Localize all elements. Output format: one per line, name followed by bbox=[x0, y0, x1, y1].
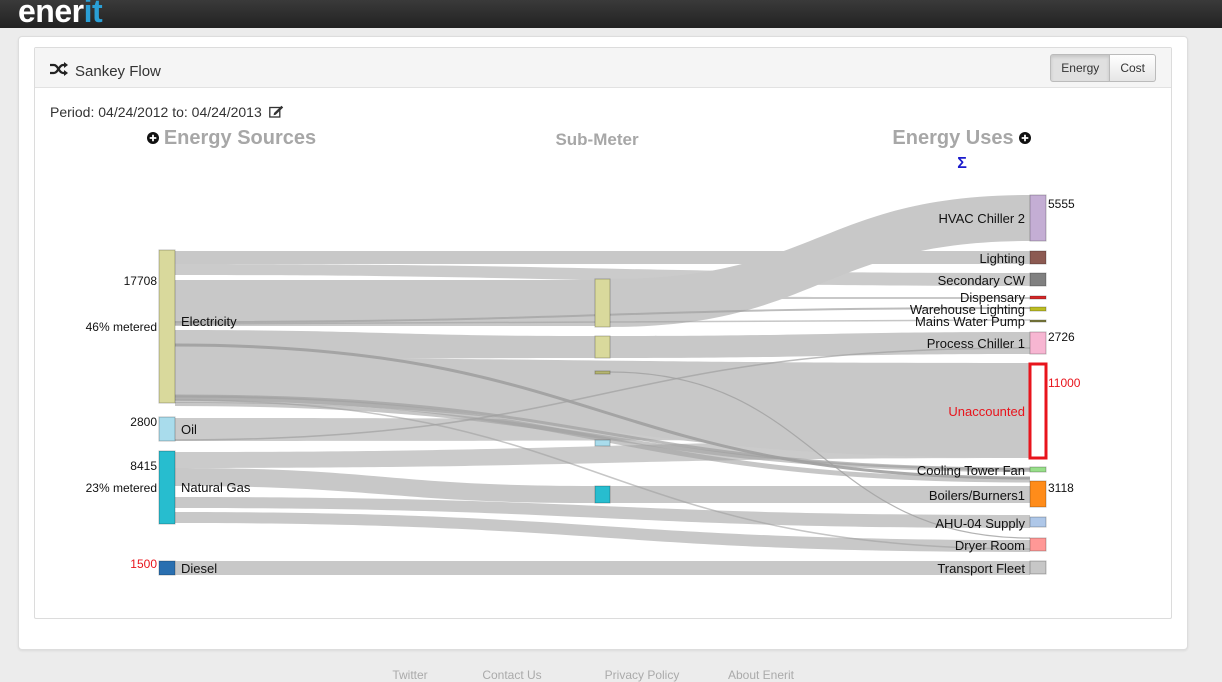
use-node-transport-fleet[interactable] bbox=[1029, 560, 1047, 575]
use-node-unaccounted[interactable] bbox=[1028, 362, 1048, 460]
use-node-dispensary[interactable] bbox=[1029, 295, 1047, 300]
use-label-secondary-cw: Secondary CW bbox=[938, 273, 1026, 288]
source-value-natural-gas: 8415 bbox=[130, 459, 157, 473]
footer-link-twitter[interactable]: Twitter bbox=[392, 668, 427, 682]
source-label-diesel: Diesel bbox=[181, 561, 217, 576]
source-value-oil: 2800 bbox=[130, 415, 157, 429]
use-node-warehouse-lighting[interactable] bbox=[1029, 306, 1047, 312]
submeter-node-oil[interactable] bbox=[594, 439, 611, 447]
source-label-electricity: Electricity bbox=[181, 314, 237, 329]
source-label-natural-gas: Natural Gas bbox=[181, 480, 251, 495]
source-node-electricity[interactable] bbox=[158, 249, 176, 404]
sigma-icon[interactable]: Σ bbox=[957, 155, 967, 172]
use-label-unaccounted: Unaccounted bbox=[948, 404, 1025, 419]
footer-link-privacy-policy[interactable]: Privacy Policy bbox=[605, 668, 680, 682]
use-node-cooling-tower-fan[interactable] bbox=[1029, 466, 1047, 473]
use-node-process-chiller-1[interactable] bbox=[1029, 331, 1047, 355]
use-value-unaccounted: 11000 bbox=[1048, 376, 1081, 390]
submeter-node-electricity-1[interactable] bbox=[594, 278, 611, 328]
source-value-electricity: 17708 bbox=[124, 274, 158, 288]
use-value-process-chiller-1: 2726 bbox=[1048, 330, 1075, 344]
use-node-secondary-cw[interactable] bbox=[1029, 272, 1047, 287]
link-electricity-submeter bbox=[175, 280, 595, 326]
source-meter-electricity: 46% metered bbox=[86, 320, 157, 334]
source-label-oil: Oil bbox=[181, 422, 197, 437]
source-node-diesel[interactable] bbox=[158, 560, 176, 576]
use-label-boilers-burners1: Boilers/Burners1 bbox=[929, 488, 1025, 503]
submeter-node-gas[interactable] bbox=[594, 485, 611, 504]
use-label-hvac-chiller-2: HVAC Chiller 2 bbox=[939, 211, 1025, 226]
footer-link-about-enerit[interactable]: About Enerit bbox=[728, 668, 794, 682]
uses-header: Energy Uses bbox=[892, 127, 1013, 149]
sankey-diagram: Energy Sources Sub-Meter Energy Uses Σ Elect… bbox=[86, 127, 1081, 576]
submeter-header: Sub-Meter bbox=[555, 130, 639, 149]
use-node-mains-water-pump[interactable] bbox=[1029, 319, 1047, 323]
use-value-boilers-burners1: 3118 bbox=[1048, 481, 1074, 495]
source-node-oil[interactable] bbox=[158, 416, 176, 442]
use-label-dryer-room: Dryer Room bbox=[955, 538, 1025, 553]
use-label-cooling-tower-fan: Cooling Tower Fan bbox=[917, 463, 1025, 478]
use-node-hvac-chiller-2[interactable] bbox=[1029, 194, 1047, 242]
source-meter-natural-gas: 23% metered bbox=[86, 481, 157, 495]
use-label-transport-fleet: Transport Fleet bbox=[937, 561, 1025, 576]
footer-link-contact-us[interactable]: Contact Us bbox=[482, 668, 541, 682]
use-label-ahu-04-supply: AHU-04 Supply bbox=[935, 516, 1025, 531]
link-diesel-transport bbox=[175, 561, 1030, 575]
use-node-boilers-burners1[interactable] bbox=[1029, 480, 1047, 508]
use-value-hvac-chiller-2: 5555 bbox=[1048, 197, 1075, 211]
use-node-dryer-room[interactable] bbox=[1029, 537, 1047, 552]
source-value-diesel: 1500 bbox=[130, 557, 157, 571]
use-label-lighting: Lighting bbox=[979, 251, 1025, 266]
sources-header: Energy Sources bbox=[164, 127, 316, 149]
use-label-mains-water-pump: Mains Water Pump bbox=[915, 314, 1025, 329]
use-label-process-chiller-1: Process Chiller 1 bbox=[927, 336, 1025, 351]
submeter-node-electricity-3[interactable] bbox=[594, 370, 611, 375]
submeter-node-electricity-2[interactable] bbox=[594, 335, 611, 359]
source-node-natural-gas[interactable] bbox=[158, 450, 176, 525]
use-node-lighting[interactable] bbox=[1029, 250, 1047, 265]
use-node-ahu-04-supply[interactable] bbox=[1029, 516, 1047, 528]
